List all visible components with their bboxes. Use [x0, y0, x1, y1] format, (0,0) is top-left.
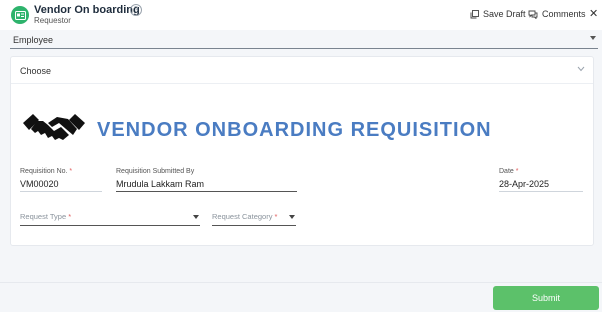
chevron-down-icon [577, 66, 585, 72]
required-marker: * [274, 212, 278, 221]
employee-select-value: Employee [13, 35, 54, 45]
submitted-by-underline [116, 191, 297, 192]
request-category-select[interactable]: Request Category * [212, 212, 277, 221]
top-header: Vendor On boarding ? Requestor Save Draf… [0, 0, 602, 30]
choose-select-value: Choose [20, 66, 52, 76]
form-heading: VENDOR ONBOARDING REQUISITION [97, 119, 492, 141]
request-category-underline [212, 225, 296, 226]
handshake-icon [23, 114, 85, 144]
app-icon [11, 6, 29, 24]
required-marker: * [515, 168, 519, 175]
submitted-by-label: Requisition Submitted By [116, 168, 195, 175]
requisition-no-label: Requisition No. * [20, 168, 73, 175]
request-type-underline [20, 225, 200, 226]
date-field[interactable]: 28-Apr-2025 [499, 179, 549, 189]
save-draft-button[interactable]: Save Draft [470, 9, 526, 19]
page-title: Vendor On boarding [34, 4, 140, 16]
date-underline [499, 191, 583, 192]
footer-divider [0, 282, 602, 283]
request-type-select[interactable]: Request Type * [20, 212, 71, 221]
comments-label: Comments [542, 9, 586, 19]
save-draft-label: Save Draft [483, 9, 526, 19]
submitted-by-field[interactable]: Mrudula Lakkam Ram [116, 179, 204, 189]
requisition-no-underline [20, 191, 102, 192]
page-subtitle: Requestor [34, 16, 71, 25]
required-marker: * [69, 168, 73, 175]
comments-icon [528, 10, 538, 19]
copy-icon [470, 9, 479, 18]
employee-select[interactable]: Employee [10, 32, 598, 49]
comments-button[interactable]: Comments [528, 9, 586, 19]
date-label: Date * [499, 168, 519, 175]
caret-down-icon [289, 215, 295, 219]
caret-down-icon [590, 36, 596, 40]
requisition-no-field: VM00020 [20, 179, 59, 189]
caret-down-icon [193, 215, 199, 219]
help-icon[interactable]: ? [130, 4, 142, 16]
form-card: Choose VENDOR ONBOARDING REQUISITION Req… [10, 56, 594, 246]
required-marker: * [68, 212, 72, 221]
choose-select[interactable]: Choose [11, 57, 593, 84]
submit-button[interactable]: Submit [493, 286, 599, 310]
close-icon[interactable]: ✕ [589, 7, 598, 20]
